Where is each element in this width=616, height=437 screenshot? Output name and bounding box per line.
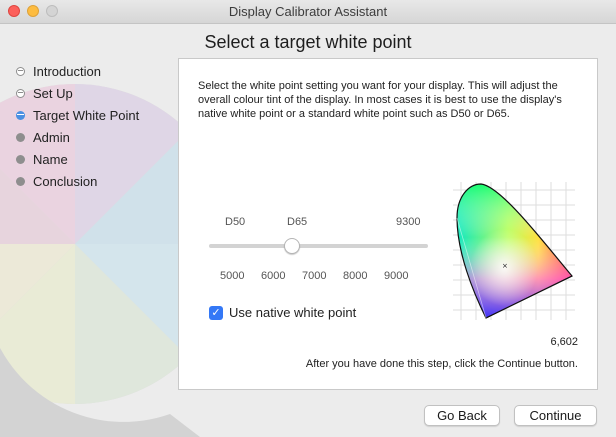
step-done-icon xyxy=(16,88,25,98)
go-back-button[interactable]: Go Back xyxy=(424,405,500,426)
chromaticity-diagram: × xyxy=(453,182,575,320)
step-pending-icon xyxy=(16,176,25,186)
step-pending-icon xyxy=(16,154,25,164)
title-bar[interactable]: Display Calibrator Assistant xyxy=(0,0,616,24)
white-point-slider[interactable] xyxy=(209,235,428,257)
steps-list: Introduction Set Up Target White Point A… xyxy=(16,60,139,192)
step-admin: Admin xyxy=(16,126,139,148)
step-current-icon xyxy=(16,110,25,120)
label-d50: D50 xyxy=(225,216,246,228)
step-label: Target White Point xyxy=(33,107,140,123)
step-label: Admin xyxy=(33,129,70,145)
step-target-white-point: Target White Point xyxy=(16,104,139,126)
slider-thumb[interactable] xyxy=(284,238,300,254)
content-panel: Select the white point setting you want … xyxy=(178,58,598,390)
scale-label: 8000 xyxy=(343,270,368,282)
scale-label: 7000 xyxy=(302,270,327,282)
white-point-readout: 6,602 xyxy=(550,336,578,348)
calibrator-window: Display Calibrator Assistant Select a ta… xyxy=(0,0,616,437)
scale-label: 6000 xyxy=(261,270,286,282)
step-introduction: Introduction xyxy=(16,60,139,82)
window-title: Display Calibrator Assistant xyxy=(228,4,388,19)
step-done-icon xyxy=(16,66,25,76)
step-conclusion: Conclusion xyxy=(16,170,139,192)
step-pending-icon xyxy=(16,132,25,142)
page-title: Select a target white point xyxy=(204,32,412,52)
svg-text:×: × xyxy=(502,262,508,270)
step-label: Introduction xyxy=(33,63,101,79)
label-9300: 9300 xyxy=(396,216,421,228)
slider-track[interactable] xyxy=(209,244,428,248)
continue-button[interactable]: Continue xyxy=(514,405,597,426)
instructions-text: Select the white point setting you want … xyxy=(198,80,562,120)
step-label: Name xyxy=(33,151,68,167)
continue-instruction: After you have done this step, click the… xyxy=(305,358,578,370)
step-label: Conclusion xyxy=(33,173,98,189)
step-name: Name xyxy=(16,148,139,170)
step-label: Set Up xyxy=(33,85,73,101)
scale-label: 9000 xyxy=(384,270,409,282)
native-white-point-label: Use native white point xyxy=(229,305,357,320)
scale-label: 5000 xyxy=(220,270,245,282)
native-white-point-option[interactable]: ✓ Use native white point xyxy=(209,305,356,320)
step-set-up: Set Up xyxy=(16,82,139,104)
native-white-point-checkbox[interactable]: ✓ xyxy=(209,305,223,320)
label-d65: D65 xyxy=(287,216,308,228)
